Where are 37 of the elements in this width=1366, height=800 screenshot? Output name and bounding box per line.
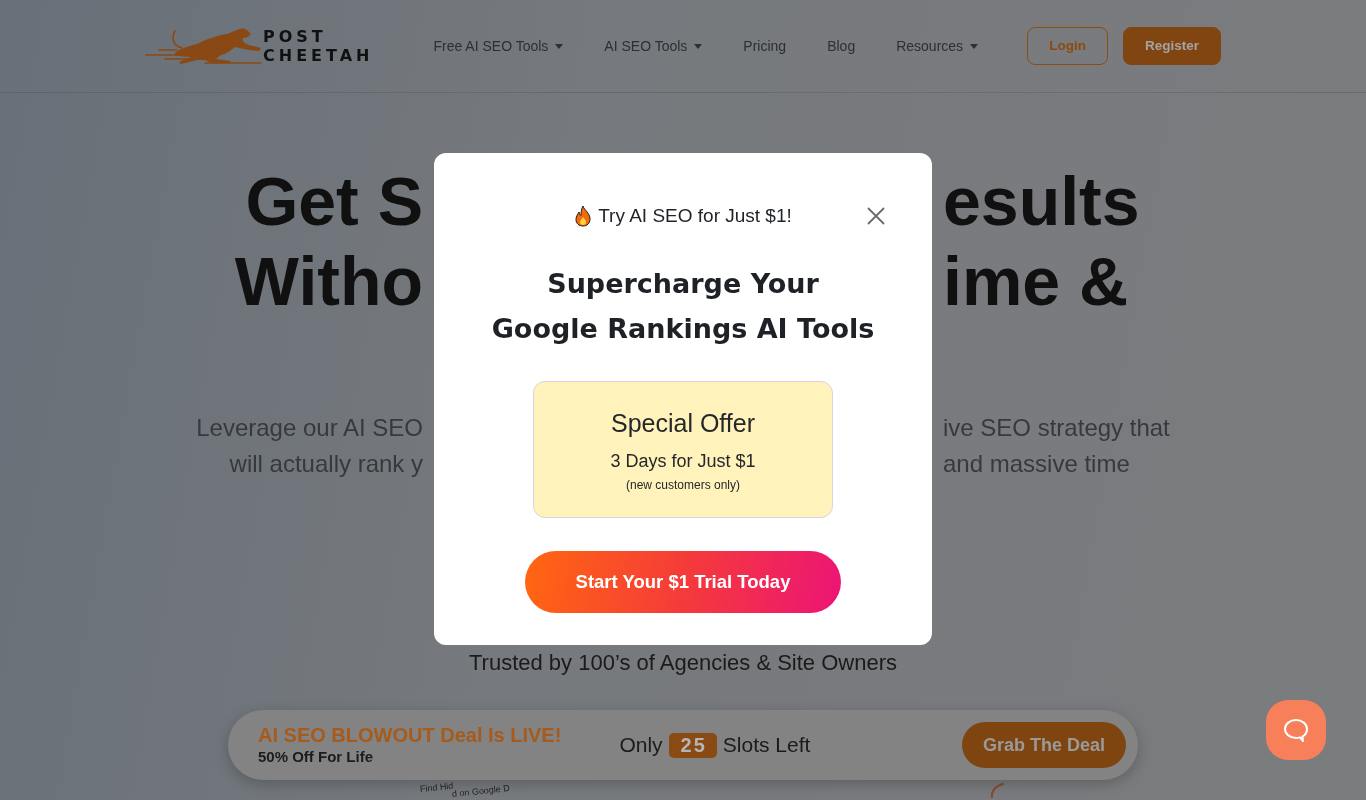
grab-deal-button[interactable]: Grab The Deal bbox=[962, 722, 1126, 768]
nav-link[interactable]: AI SEO Tools bbox=[604, 35, 703, 57]
offer-title: Special Offer bbox=[609, 408, 757, 438]
chat-bubble-icon bbox=[1283, 717, 1309, 743]
slots-text: Only bbox=[619, 732, 663, 759]
chat-button[interactable] bbox=[1266, 700, 1326, 760]
hero-subtext-fragment: Leverage our AI SEO bbox=[196, 413, 423, 443]
popup-eyebrow: Try AI SEO for Just $1! bbox=[598, 203, 792, 228]
hero-heading-fragment: Get S bbox=[245, 162, 423, 241]
nav-link[interactable]: Resources bbox=[896, 35, 979, 57]
offer-price: 3 Days for Just $1 bbox=[609, 450, 757, 473]
close-button[interactable] bbox=[867, 207, 885, 225]
deal-title: AI SEO BLOWOUT Deal Is LIVE! bbox=[258, 724, 562, 747]
nav-link[interactable]: Blog bbox=[827, 35, 856, 57]
hero-heading-fragment: ime & bbox=[943, 242, 1129, 321]
register-button[interactable]: Register bbox=[1122, 27, 1221, 65]
hero-subtext-fragment: and massive time bbox=[943, 449, 1130, 479]
fire-icon bbox=[574, 205, 593, 227]
nav-link[interactable]: Free AI SEO Tools bbox=[433, 35, 564, 57]
nav-link[interactable]: Pricing bbox=[743, 35, 787, 57]
deal-subtitle: 50% Off For Life bbox=[258, 747, 374, 766]
brand-logo-link[interactable]: POST CHEETAH bbox=[145, 26, 374, 66]
hero-heading-fragment: esults bbox=[943, 162, 1140, 241]
trusted-text: Trusted by 100’s of Agencies & Site Owners bbox=[469, 650, 897, 675]
popup-title: Supercharge Your Google Rankings AI Tools bbox=[490, 267, 876, 346]
slots-text: Slots Left bbox=[722, 732, 811, 759]
start-trial-button[interactable]: Start Your $1 Trial Today bbox=[525, 551, 841, 613]
slots-count-badge: 25 bbox=[668, 732, 717, 758]
close-icon bbox=[867, 207, 885, 225]
hero-subtext-fragment: ive SEO strategy that bbox=[943, 413, 1170, 443]
hero-subtext-fragment: will actually rank y bbox=[229, 449, 423, 479]
illustration-label: Find Hid bbox=[419, 781, 454, 794]
cheetah-logo-icon bbox=[145, 26, 262, 66]
hero-heading-fragment: Witho bbox=[234, 242, 423, 321]
offer-note: (new customers only) bbox=[624, 477, 741, 493]
curve-drawing bbox=[990, 783, 1006, 799]
brand-name: POST CHEETAH bbox=[263, 27, 374, 65]
